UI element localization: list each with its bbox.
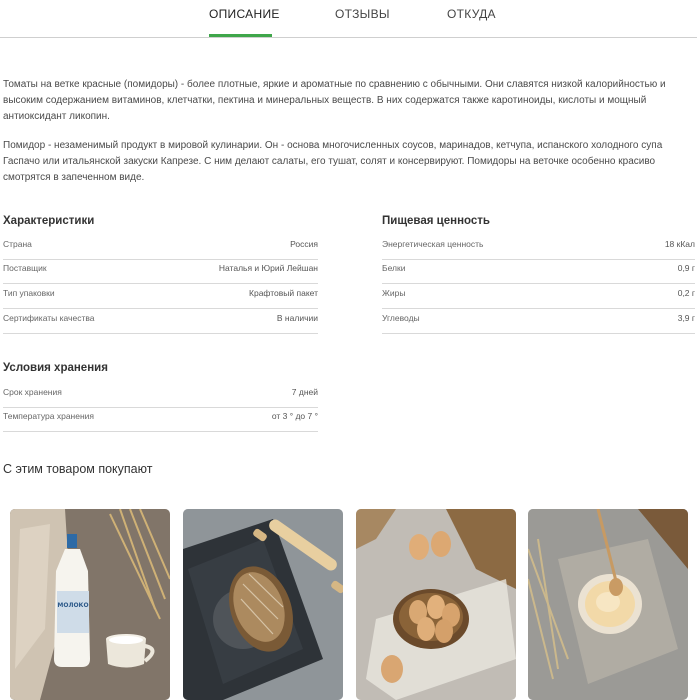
bread-loaf-image: [183, 509, 343, 700]
storage-value: от 3 ° до 7 °: [271, 411, 318, 421]
spec-value: В наличии: [276, 313, 318, 323]
nutrition-value: 18 кКал: [664, 239, 695, 249]
spec-key: Сертификаты качества: [3, 313, 95, 323]
storage-row-shelf-life: Срок хранения 7 дней: [3, 384, 318, 408]
tab-origin[interactable]: ОТКУДА: [447, 7, 496, 21]
nutrition-row-energy: Энергетическая ценность 18 кКал: [382, 236, 695, 260]
cream-bowl-image: [528, 509, 688, 700]
nutrition-key: Белки: [382, 263, 406, 273]
tab-description[interactable]: ОПИСАНИЕ: [209, 7, 280, 21]
active-tab-indicator: [209, 34, 272, 37]
storage-key: Срок хранения: [3, 387, 62, 397]
eggs-basket-image: [356, 509, 516, 700]
nutrition-row-protein: Белки 0,9 г: [382, 260, 695, 284]
nutrition-title: Пищевая ценность: [382, 215, 490, 227]
nutrition-value: 3,9 г: [677, 313, 695, 323]
storage-row-temperature: Температура хранения от 3 ° до 7 °: [3, 408, 318, 432]
milk-label: МОЛОКО: [57, 602, 88, 609]
spec-row-package-type: Тип упаковки Крафтовый пакет: [3, 285, 318, 309]
tab-reviews[interactable]: ОТЗЫВЫ: [335, 7, 390, 21]
related-product-card-cream[interactable]: [528, 509, 688, 700]
milk-bottle-image: МОЛОКО: [10, 509, 170, 700]
storage-key: Температура хранения: [3, 411, 95, 421]
tab-bar: ОПИСАНИЕ ОТЗЫВЫ ОТКУДА: [0, 0, 697, 38]
nutrition-key: Углеводы: [382, 313, 420, 323]
storage-value: 7 дней: [291, 387, 318, 397]
spec-key: Тип упаковки: [3, 288, 55, 298]
description-paragraph-1: Томаты на ветке красные (помидоры) - бол…: [3, 79, 666, 122]
spec-value: Россия: [290, 239, 318, 249]
nutrition-key: Энергетическая ценность: [382, 239, 484, 249]
nutrition-value: 0,9 г: [677, 263, 695, 273]
related-product-card-milk[interactable]: МОЛОКО: [10, 509, 170, 700]
spec-row-country: Страна Россия: [3, 236, 318, 260]
related-product-card-bread[interactable]: [183, 509, 343, 700]
spec-key: Поставщик: [3, 263, 47, 273]
characteristics-title: Характеристики: [3, 215, 95, 227]
spec-value: Наталья и Юрий Лейшан: [218, 263, 318, 273]
nutrition-key: Жиры: [382, 288, 406, 298]
spec-value: Крафтовый пакет: [249, 288, 318, 298]
spec-row-supplier: Поставщик Наталья и Юрий Лейшан: [3, 260, 318, 284]
nutrition-row-fat: Жиры 0,2 г: [382, 285, 695, 309]
storage-title: Условия хранения: [3, 362, 108, 374]
related-product-card-eggs[interactable]: [356, 509, 516, 700]
spec-row-certificates: Сертификаты качества В наличии: [3, 310, 318, 334]
spec-key: Страна: [3, 239, 32, 249]
description-paragraph-2: Помидор - незаменимый продукт в мировой …: [3, 140, 663, 183]
nutrition-value: 0,2 г: [677, 288, 695, 298]
nutrition-row-carbs: Углеводы 3,9 г: [382, 310, 695, 334]
related-products-title: С этим товаром покупают: [3, 462, 153, 476]
